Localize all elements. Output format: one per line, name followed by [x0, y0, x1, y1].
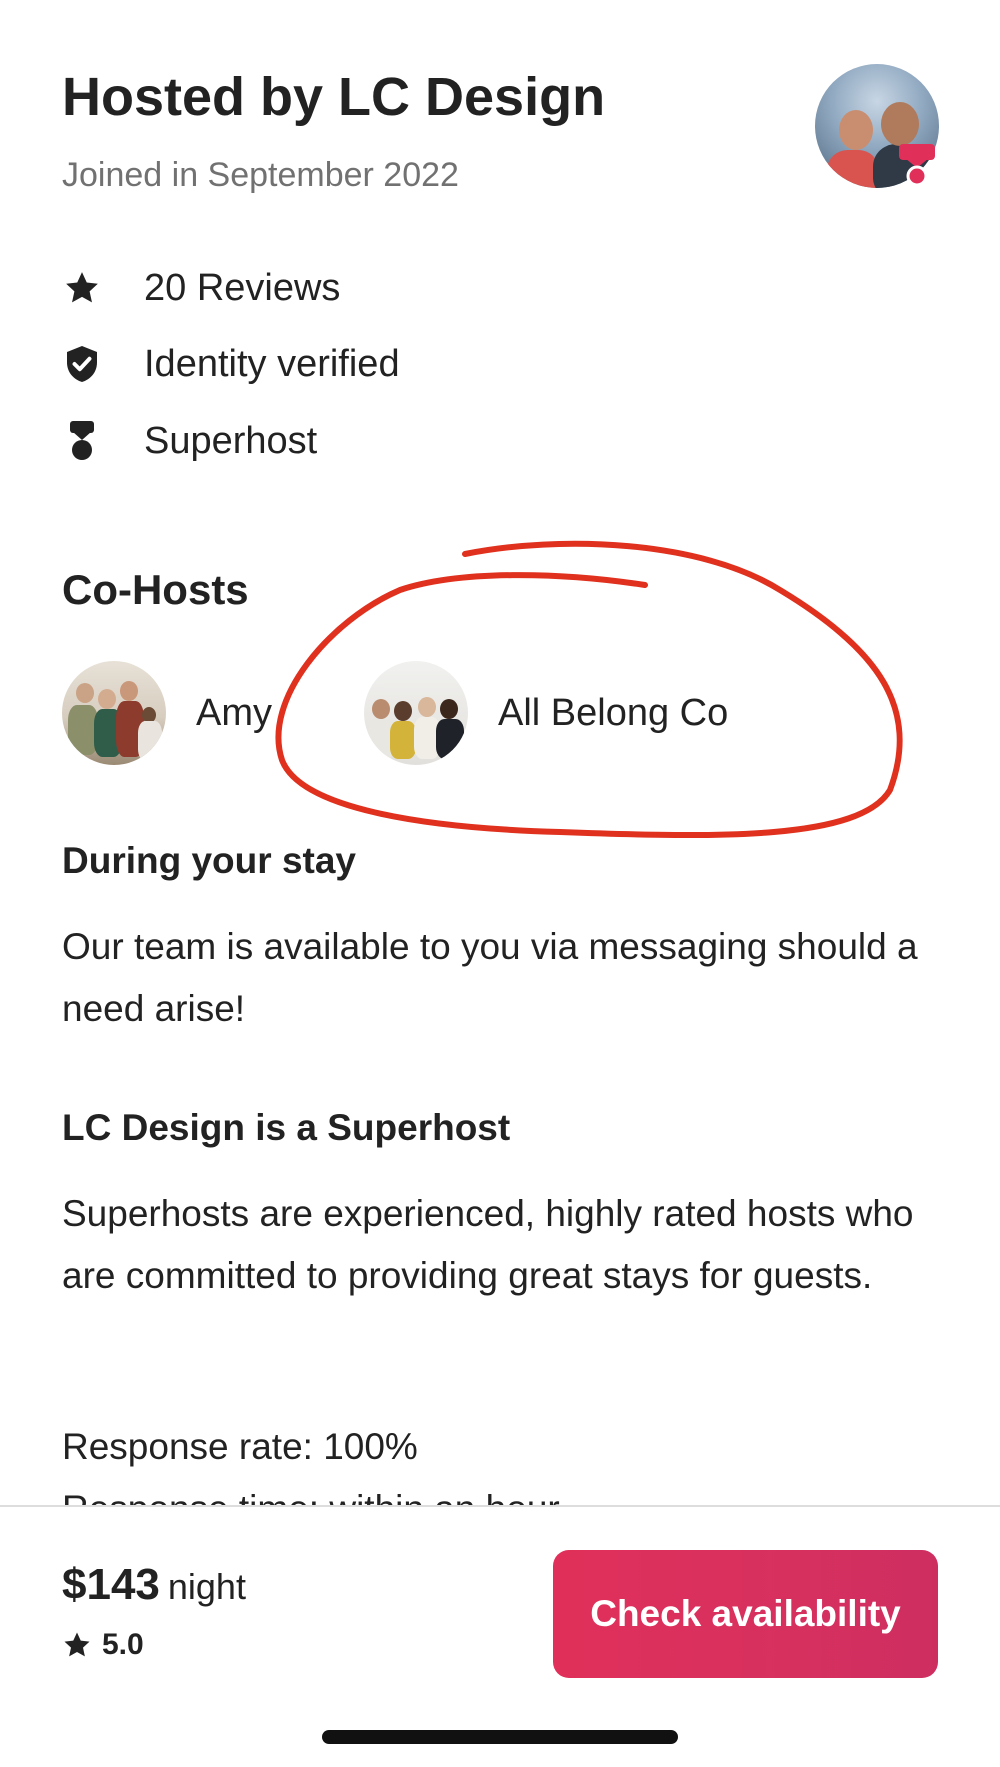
- shield-check-icon: [62, 344, 102, 384]
- cohost-item-all-belong-co[interactable]: All Belong Co: [364, 660, 728, 766]
- response-time-partial: Response time: within an hour: [62, 1478, 922, 1505]
- cohost-item-amy[interactable]: Amy: [62, 660, 272, 766]
- superhost-text: Superhosts are experienced, highly rated…: [62, 1193, 914, 1296]
- rating-value: 5.0: [102, 1628, 144, 1661]
- price: $143 night: [62, 1560, 246, 1610]
- superhost-icon: [62, 421, 102, 461]
- host-title: Hosted by LC Design: [62, 67, 606, 127]
- price-amount: $143: [62, 1560, 160, 1609]
- home-indicator[interactable]: [322, 1730, 678, 1744]
- superhost-badge-icon: [899, 144, 935, 186]
- cohost-name: Amy: [196, 691, 272, 734]
- avatar: [364, 661, 468, 765]
- during-stay-title: During your stay: [62, 840, 356, 881]
- stat-label: 20 Reviews: [144, 266, 341, 309]
- cohosts-title: Co-Hosts: [62, 566, 249, 613]
- stat-reviews[interactable]: 20 Reviews: [62, 263, 340, 313]
- cohost-name: All Belong Co: [498, 691, 729, 734]
- star-icon: [62, 268, 102, 308]
- superhost-title: LC Design is a Superhost: [62, 1107, 511, 1148]
- star-icon: [64, 1632, 90, 1657]
- response-rate: Response rate: 100%: [62, 1426, 418, 1467]
- during-stay-text: Our team is available to you via messagi…: [62, 926, 918, 1029]
- price-unit: night: [167, 1566, 246, 1607]
- stat-label: Superhost: [144, 419, 318, 462]
- stat-label: Identity verified: [144, 342, 400, 385]
- stat-superhost: Superhost: [62, 416, 317, 466]
- host-joined-date: Joined in September 2022: [62, 156, 459, 194]
- check-availability-button[interactable]: Check availability: [553, 1550, 938, 1678]
- avatar: [62, 661, 166, 765]
- rating: 5.0: [62, 1628, 144, 1662]
- stat-identity: Identity verified: [62, 339, 400, 389]
